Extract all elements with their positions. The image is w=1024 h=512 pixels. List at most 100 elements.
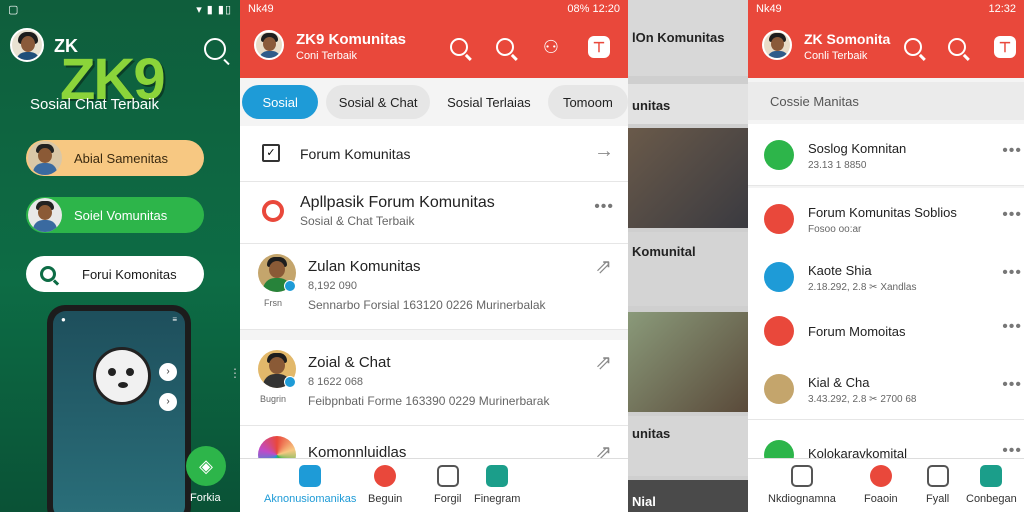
nav-label: Forgil xyxy=(434,493,462,505)
strip-label: unitas xyxy=(632,426,671,441)
nav-label: Foaoin xyxy=(864,493,898,505)
chat-icon[interactable]: ⊤ xyxy=(994,36,1016,58)
nav-home[interactable]: Nkdiognamna xyxy=(768,465,836,505)
status-right: 12:32 xyxy=(988,3,1016,15)
list-label: Zulan Komunitas xyxy=(308,258,421,275)
list-item[interactable]: Soslog Komnitan 23.13 1 8850 ••• xyxy=(748,124,1024,186)
avatar-label: Bugrin xyxy=(260,394,287,404)
search-input[interactable]: Cossie Manitas xyxy=(748,82,1024,120)
list-label: Zoial & Chat xyxy=(308,354,391,371)
list-label: Apllpasik Forum Komunitas xyxy=(300,194,495,211)
forum-panel: Nk49 08% 12:20 ZK9 Komunitas Coni Terbai… xyxy=(240,0,628,512)
photo-people xyxy=(628,312,748,412)
forum-icon: ✓ xyxy=(262,144,280,162)
strip-label: Nial xyxy=(632,494,656,509)
nav-profile[interactable]: Fyall xyxy=(926,465,949,505)
phone-button: › xyxy=(159,363,177,381)
fab-label: Forkia xyxy=(190,492,221,504)
nav-begin[interactable]: Foaoin xyxy=(864,465,898,505)
list-label: Kial & Cha xyxy=(808,375,870,390)
notification-icon xyxy=(869,465,892,487)
more-icon[interactable]: ••• xyxy=(594,198,614,216)
verified-icon xyxy=(284,376,296,388)
list-item[interactable]: Bugrin Zoial & Chat 8 1622 068 Feibpnbat… xyxy=(240,340,628,426)
arrow-right-icon[interactable]: → xyxy=(594,140,614,163)
messages-icon xyxy=(486,465,509,487)
more-icon[interactable]: ••• xyxy=(1002,264,1022,282)
list-label: Kaote Shia xyxy=(808,263,872,278)
search-icon[interactable] xyxy=(204,38,226,60)
list-detail: Feibpnbati Forme 163390 0229 Murinerbara… xyxy=(308,394,550,408)
tab-bar: Sosial Sosial & Chat Sosial Terlaias Tom… xyxy=(240,84,628,120)
more-icon[interactable]: ••• xyxy=(1002,142,1022,160)
more-icon[interactable]: ••• xyxy=(1002,318,1022,336)
list-item[interactable]: Frsn Zulan Komunitas 8,192 090 Sennarbo … xyxy=(240,244,628,330)
share-icon[interactable]: ⇗ xyxy=(595,350,612,375)
nav-label: Nkdiognamna xyxy=(768,493,836,505)
list-label: Forum Momoitas xyxy=(808,324,906,339)
menu-icon: ≡ xyxy=(172,314,177,324)
phone-mockup: ● ≡ › › xyxy=(47,305,191,512)
avatar[interactable] xyxy=(10,28,44,62)
share-icon[interactable]: ⇗ xyxy=(595,254,612,279)
fab-button[interactable]: ◈ xyxy=(186,446,226,486)
phone-button: › xyxy=(159,393,177,411)
more-icon[interactable]: ••• xyxy=(1002,206,1022,224)
search-icon[interactable] xyxy=(948,38,966,56)
forum-icon xyxy=(764,204,794,234)
list-item[interactable]: Apllpasik Forum Komunitas Sosial & Chat … xyxy=(240,182,628,244)
strip-label: Komunital xyxy=(632,244,696,259)
avatar xyxy=(764,374,794,404)
app-subtitle: Coni Terbaik xyxy=(296,50,357,62)
list-item[interactable]: Kaote Shia 2.18.292, 2.8 ✂ Xandlas ••• xyxy=(748,246,1024,308)
nav-home[interactable]: Aknonusiomanikas xyxy=(264,465,356,505)
list-label: Forum Komunitas xyxy=(300,146,411,162)
community-panel: Nk49 12:32 ZK Somonita Conli Terbaik ⊤ C… xyxy=(748,0,1024,512)
list-meta: 8 1622 068 xyxy=(308,376,364,388)
list-sub: 23.13 1 8850 xyxy=(808,160,867,171)
nav-profile[interactable]: Forgil xyxy=(434,465,462,505)
search-icon xyxy=(40,266,56,282)
tab-tomoom[interactable]: Tomoom xyxy=(547,85,628,119)
list-item[interactable]: Forum Komunitas Soblios Fosoo oo:ar ••• xyxy=(748,188,1024,250)
home-icon xyxy=(790,465,813,487)
tagline: Sosial Chat Terbaik xyxy=(30,96,159,113)
profile-icon xyxy=(926,465,949,487)
search-icon[interactable] xyxy=(904,38,922,56)
nav-messages[interactable]: Finegram xyxy=(474,465,520,505)
avatar[interactable] xyxy=(762,30,792,60)
list-item[interactable]: ✓ Forum Komunitas → xyxy=(240,126,628,182)
profile-icon xyxy=(436,465,459,487)
tab-sosial[interactable]: Sosial xyxy=(242,85,319,119)
avatar xyxy=(28,141,62,175)
nav-begin[interactable]: Beguin xyxy=(368,465,402,505)
bottom-nav: Aknonusiomanikas Beguin Forgil Finegram xyxy=(240,458,628,512)
list-item[interactable]: Kolokaravkomital ••• xyxy=(748,420,1024,470)
bell-icon[interactable]: ⚇ xyxy=(540,36,562,58)
app-subtitle: Conli Terbaik xyxy=(804,50,868,62)
notification-icon xyxy=(374,465,397,487)
list-item[interactable]: Kial & Cha 3.43.292, 2.8 ✂ 2700 68 ••• xyxy=(748,358,1024,420)
list-meta: 8,192 090 xyxy=(308,280,357,292)
status-bar: ▢ ▾ ▮ ▮▯ xyxy=(0,0,240,18)
chat-icon[interactable]: ⊤ xyxy=(588,36,610,58)
search-icon[interactable] xyxy=(496,38,514,56)
search-icon[interactable] xyxy=(450,38,468,56)
splash-panel: ▢ ▾ ▮ ▮▯ ZK ZK9 Sosial Chat Terbaik Abia… xyxy=(0,0,240,512)
avatar[interactable] xyxy=(254,30,284,60)
pill-label: Soiel Vomunitas xyxy=(74,207,168,223)
more-icon[interactable]: ••• xyxy=(1002,376,1022,394)
tab-sosial-chat[interactable]: Sosial & Chat xyxy=(326,85,431,119)
status-time: Nk49 xyxy=(248,3,274,15)
list-item[interactable]: Forum Momoitas ••• xyxy=(748,300,1024,362)
app-header: Nk49 12:32 ZK Somonita Conli Terbaik ⊤ xyxy=(748,0,1024,78)
status-right: 08% 12:20 xyxy=(567,3,620,15)
community-pill[interactable]: Abial Samenitas xyxy=(26,140,204,176)
nav-messages[interactable]: Conbegan xyxy=(966,465,1017,505)
nav-label: Fyall xyxy=(926,493,950,505)
forum-icon xyxy=(764,316,794,346)
avatar-label: Frsn xyxy=(264,298,282,308)
tab-terlaias[interactable]: Sosial Terlaias xyxy=(438,85,540,119)
forum-pill[interactable]: Forui Komonitas xyxy=(26,256,204,292)
community-pill[interactable]: Soiel Vomunitas xyxy=(26,197,204,233)
